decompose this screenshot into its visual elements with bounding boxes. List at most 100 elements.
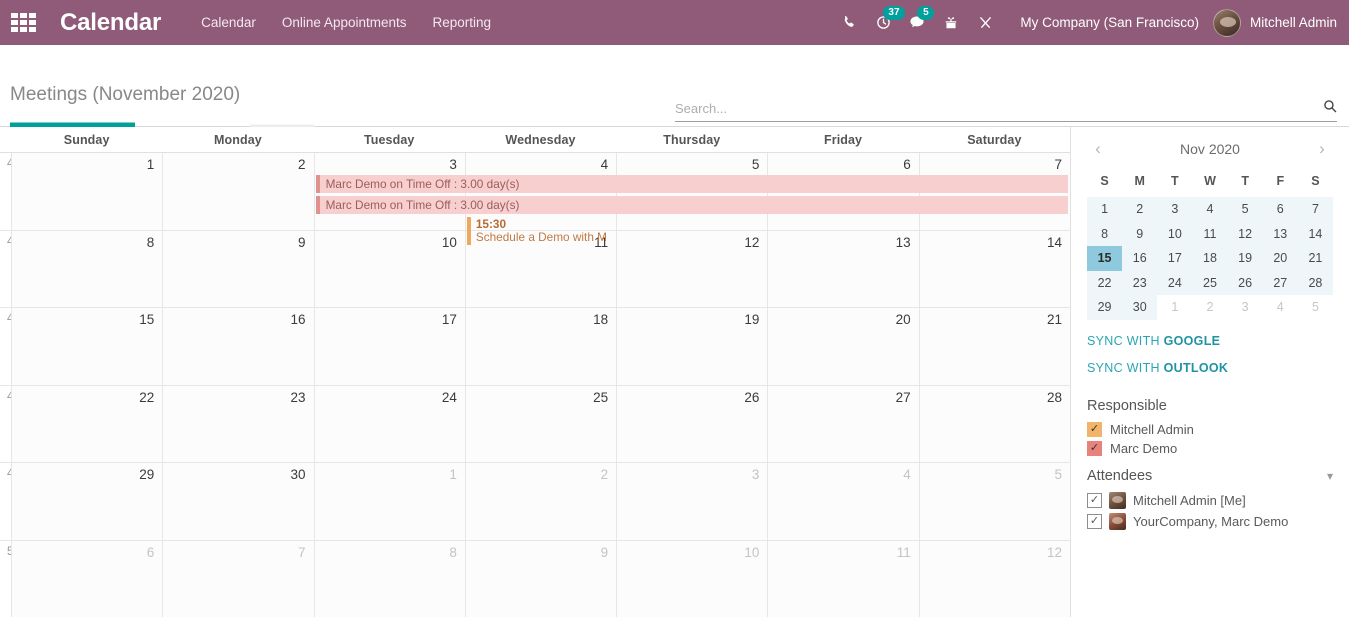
calendar-day-cell[interactable]: 1 (11, 153, 163, 230)
mini-calendar-next-button[interactable]: › (1311, 139, 1333, 159)
mini-calendar-day[interactable]: 13 (1262, 221, 1298, 246)
mini-calendar-day[interactable]: 21 (1297, 246, 1333, 271)
mini-calendar-day[interactable]: 2 (1192, 295, 1227, 320)
search-input[interactable] (675, 100, 1323, 116)
mini-calendar-day[interactable]: 5 (1227, 197, 1263, 222)
mini-calendar-day[interactable]: 28 (1297, 270, 1333, 295)
app-brand-title[interactable]: Calendar (60, 9, 161, 37)
mini-calendar-day[interactable]: 8 (1087, 221, 1123, 246)
mini-calendar-day[interactable]: 3 (1228, 295, 1263, 320)
attendee-filter-mitchell-admin[interactable]: ✓ Mitchell Admin [Me] (1071, 490, 1349, 511)
mini-calendar-day[interactable]: 17 (1157, 246, 1193, 271)
mini-calendar-day[interactable]: 19 (1227, 246, 1263, 271)
attendee-filter-marc-demo[interactable]: ✓ YourCompany, Marc Demo (1071, 511, 1349, 532)
mini-calendar-day[interactable]: 1 (1087, 197, 1123, 222)
mini-calendar-day[interactable]: 2 (1122, 197, 1158, 222)
gift-icon[interactable] (934, 0, 968, 45)
mini-calendar-day[interactable]: 30 (1122, 295, 1158, 320)
nav-link-calendar[interactable]: Calendar (201, 15, 256, 30)
mini-calendar-day[interactable]: 27 (1262, 270, 1298, 295)
calendar-day-cell[interactable]: 4 (767, 463, 919, 540)
calendar-day-cell[interactable]: 15 (11, 308, 163, 385)
calendar-day-cell[interactable]: 10 (616, 540, 768, 617)
mini-calendar-day[interactable]: 14 (1297, 221, 1333, 246)
calendar-day-cell[interactable]: 23 (162, 385, 314, 462)
mini-calendar-day[interactable]: 29 (1087, 295, 1123, 320)
calendar-day-cell[interactable]: 11 (767, 540, 919, 617)
calendar-day-cell[interactable]: 26 (616, 385, 768, 462)
calendar-day-cell[interactable]: 29 (11, 463, 163, 540)
calendar-day-cell[interactable]: 9 (464, 540, 617, 617)
responsible-filter-mitchell-admin[interactable]: ✓ Mitchell Admin (1071, 420, 1349, 439)
mini-calendar-day[interactable]: 23 (1122, 270, 1158, 295)
tools-icon[interactable] (968, 0, 1002, 45)
mini-calendar-day[interactable]: 4 (1192, 197, 1228, 222)
mini-calendar-day[interactable]: 3 (1157, 197, 1193, 222)
checkbox-checked-icon[interactable]: ✓ (1087, 440, 1102, 456)
calendar-day-cell[interactable]: 20 (767, 308, 919, 385)
sync-with-google-link[interactable]: SYNC WITH GOOGLE (1087, 334, 1333, 348)
calendar-day-cell[interactable]: 9 (162, 230, 314, 307)
phone-icon[interactable] (832, 0, 866, 45)
mini-calendar-day[interactable]: 4 (1263, 295, 1298, 320)
calendar-day-cell[interactable]: 25 (464, 385, 617, 462)
checkbox-checked-icon[interactable]: ✓ (1087, 492, 1102, 508)
sync-with-outlook-link[interactable]: SYNC WITH OUTLOOK (1087, 361, 1333, 375)
calendar-day-cell[interactable]: 19 (616, 308, 768, 385)
chevron-down-icon[interactable]: ▾ (1327, 469, 1333, 483)
calendar-day-cell[interactable]: 28 (918, 385, 1070, 462)
checkbox-checked-icon[interactable]: ✓ (1087, 513, 1102, 529)
mini-calendar-day[interactable]: 26 (1227, 270, 1263, 295)
calendar-day-cell[interactable]: 16 (162, 308, 314, 385)
calendar-day-cell[interactable]: 18 (464, 308, 617, 385)
user-menu[interactable]: Mitchell Admin (1212, 8, 1349, 37)
calendar-event[interactable]: 15:30 Schedule a Demo with M (466, 217, 614, 245)
mini-calendar-day[interactable]: 15 (1087, 246, 1123, 271)
calendar-day-cell[interactable]: 27 (767, 385, 919, 462)
mini-calendar-day[interactable]: 16 (1122, 246, 1158, 271)
mini-calendar-day[interactable]: 22 (1087, 270, 1123, 295)
calendar-day-cell[interactable]: 1 (313, 463, 465, 540)
calendar-day-cell[interactable]: 8 (11, 230, 163, 307)
mini-calendar-day[interactable]: 20 (1262, 246, 1298, 271)
mini-calendar-day[interactable]: 1 (1157, 295, 1192, 320)
responsible-filter-marc-demo[interactable]: ✓ Marc Demo (1071, 439, 1349, 458)
mini-calendar-prev-button[interactable]: ‹ (1087, 139, 1109, 159)
calendar-event[interactable]: Marc Demo on Time Off : 3.00 day(s) (315, 196, 1068, 214)
mini-calendar-day[interactable]: 9 (1122, 221, 1158, 246)
calendar-day-cell[interactable]: 7 (162, 540, 314, 617)
mini-calendar-day[interactable]: 12 (1227, 221, 1263, 246)
calendar-day-cell[interactable]: 22 (11, 385, 163, 462)
calendar-day-cell[interactable]: 12 (616, 230, 768, 307)
checkbox-checked-icon[interactable]: ✓ (1087, 421, 1102, 437)
calendar-day-cell[interactable]: 5 (918, 463, 1070, 540)
mini-calendar-day[interactable]: 11 (1192, 221, 1228, 246)
calendar-day-cell[interactable]: 17 (313, 308, 465, 385)
apps-grid-icon[interactable] (0, 0, 46, 45)
messages-icon[interactable]: 5 (900, 0, 935, 45)
calendar-day-cell[interactable]: 24 (313, 385, 465, 462)
mini-calendar-day[interactable]: 25 (1192, 270, 1228, 295)
calendar-day-cell[interactable]: 2 (162, 153, 314, 230)
mini-calendar-day[interactable]: 6 (1262, 197, 1298, 222)
calendar-event[interactable]: Marc Demo on Time Off : 3.00 day(s) (315, 175, 1068, 193)
mini-calendar-day[interactable]: 7 (1297, 197, 1333, 222)
calendar-day-cell[interactable]: 12 (918, 540, 1070, 617)
activity-clock-icon[interactable]: 37 (866, 0, 905, 45)
nav-link-reporting[interactable]: Reporting (433, 15, 492, 30)
company-switcher[interactable]: My Company (San Francisco) (1020, 15, 1199, 30)
mini-calendar-day[interactable]: 24 (1157, 270, 1193, 295)
calendar-day-cell[interactable]: 30 (162, 463, 314, 540)
nav-link-online-appointments[interactable]: Online Appointments (282, 15, 407, 30)
mini-calendar-day[interactable]: 18 (1192, 246, 1228, 271)
calendar-day-cell[interactable]: 8 (313, 540, 465, 617)
calendar-day-cell[interactable]: 13 (767, 230, 919, 307)
calendar-day-cell[interactable]: 10 (313, 230, 465, 307)
calendar-day-cell[interactable]: 21 (918, 308, 1070, 385)
search-icon[interactable] (1323, 99, 1337, 117)
calendar-day-cell[interactable]: 3 (616, 463, 768, 540)
calendar-day-cell[interactable]: 14 (918, 230, 1070, 307)
mini-calendar-day[interactable]: 5 (1298, 295, 1333, 320)
calendar-day-cell[interactable]: 6 (11, 540, 163, 617)
mini-calendar-day[interactable]: 10 (1157, 221, 1193, 246)
